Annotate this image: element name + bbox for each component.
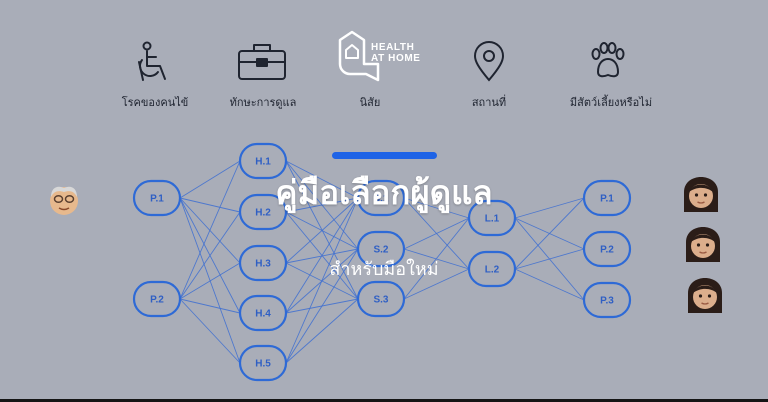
page-subtitle: สำหรับมือใหม่: [329, 259, 439, 280]
page-title: คู่มือเลือกผู้ดูแล: [275, 173, 493, 212]
woman-avatar-icon: [688, 278, 722, 313]
accent-bar: [332, 152, 437, 159]
banner: P.1 P.2 H.1 H.2 H.3 H.4 H.5 S.1 S.2 S.3 L.1 L.2 P.1 P…: [0, 0, 768, 402]
